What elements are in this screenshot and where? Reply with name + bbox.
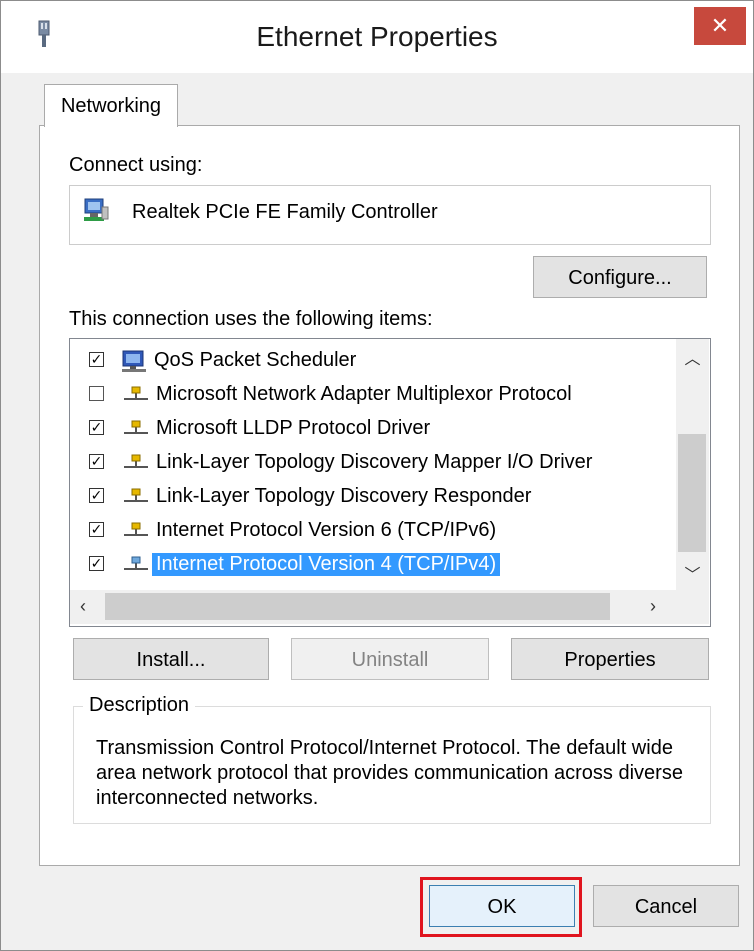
item-checkbox[interactable]: ✓ (89, 488, 104, 503)
protocol-icon (124, 488, 148, 502)
adapter-box: Realtek PCIe FE Family Controller (69, 185, 711, 245)
title-bar[interactable]: Ethernet Properties ✕ (1, 1, 753, 73)
protocol-icon (124, 454, 148, 468)
items-listbox[interactable]: ✓ QoS Packet Scheduler Microsoft Network… (69, 338, 711, 627)
cancel-button[interactable]: Cancel (593, 885, 739, 927)
protocol-icon (124, 420, 148, 434)
item-label: Microsoft Network Adapter Multiplexor Pr… (156, 383, 572, 405)
item-label: Internet Protocol Version 6 (TCP/IPv6) (156, 519, 497, 541)
scroll-up-icon[interactable]: ︿ (676, 345, 709, 369)
adapter-name: Realtek PCIe FE Family Controller (132, 201, 438, 223)
item-label: Link-Layer Topology Discovery Responder (156, 485, 532, 507)
install-button[interactable]: Install... (73, 638, 269, 680)
network-adapter-icon (84, 198, 109, 221)
scroll-down-icon[interactable]: ﹀ (676, 561, 709, 585)
item-checkbox[interactable]: ✓ (89, 556, 104, 571)
horizontal-scroll-thumb[interactable] (105, 593, 610, 620)
description-title: Description (83, 694, 196, 717)
vertical-scrollbar[interactable]: ︿ ﹀ (676, 339, 709, 590)
close-icon: ✕ (710, 13, 730, 38)
scroll-right-icon[interactable]: › (650, 596, 656, 617)
window-title: Ethernet Properties (256, 21, 498, 52)
protocol-icon (124, 522, 148, 536)
properties-button[interactable]: Properties (511, 638, 709, 680)
ok-highlight-box (420, 877, 582, 937)
protocol-icon (124, 386, 148, 400)
list-item[interactable]: ✓ QoS Packet Scheduler (70, 344, 670, 378)
item-label: Internet Protocol Version 4 (TCP/IPv4) (152, 553, 501, 576)
scroll-left-icon[interactable]: ‹ (80, 596, 86, 617)
item-checkbox[interactable]: ✓ (89, 352, 104, 367)
close-button[interactable]: ✕ (694, 7, 746, 45)
item-checkbox[interactable]: ✓ (89, 454, 104, 469)
list-item[interactable]: ✓ Link-Layer Topology Discovery Mapper I… (70, 446, 670, 480)
list-item[interactable]: ✓ Internet Protocol Version 6 (TCP/IPv6) (70, 514, 670, 548)
horizontal-scrollbar[interactable]: ‹ › (70, 590, 676, 624)
scrollbar-corner (676, 590, 709, 624)
configure-button[interactable]: Configure... (533, 256, 707, 298)
ethernet-properties-dialog: Ethernet Properties ✕ Networking Connect… (0, 0, 754, 951)
connect-using-label: Connect using: (69, 154, 203, 176)
scheduler-icon (122, 350, 146, 372)
list-item[interactable]: ✓ Microsoft LLDP Protocol Driver (70, 412, 670, 446)
description-text: Transmission Control Protocol/Internet P… (96, 737, 683, 809)
item-checkbox[interactable] (89, 386, 104, 401)
item-label: QoS Packet Scheduler (154, 349, 357, 371)
item-label: Link-Layer Topology Discovery Mapper I/O… (156, 451, 593, 473)
item-checkbox[interactable]: ✓ (89, 420, 104, 435)
list-item[interactable]: Microsoft Network Adapter Multiplexor Pr… (70, 378, 670, 412)
uninstall-button[interactable]: Uninstall (291, 638, 489, 680)
list-item-selected[interactable]: ✓ Internet Protocol Version 4 (TCP/IPv4) (70, 548, 670, 582)
item-checkbox[interactable]: ✓ (89, 522, 104, 537)
item-label: Microsoft LLDP Protocol Driver (156, 417, 431, 439)
list-item[interactable]: ✓ Link-Layer Topology Discovery Responde… (70, 480, 670, 514)
protocol-icon (124, 556, 148, 570)
items-label: This connection uses the following items… (69, 308, 433, 330)
tab-networking[interactable]: Networking (44, 84, 178, 127)
vertical-scroll-thumb[interactable] (678, 434, 706, 552)
